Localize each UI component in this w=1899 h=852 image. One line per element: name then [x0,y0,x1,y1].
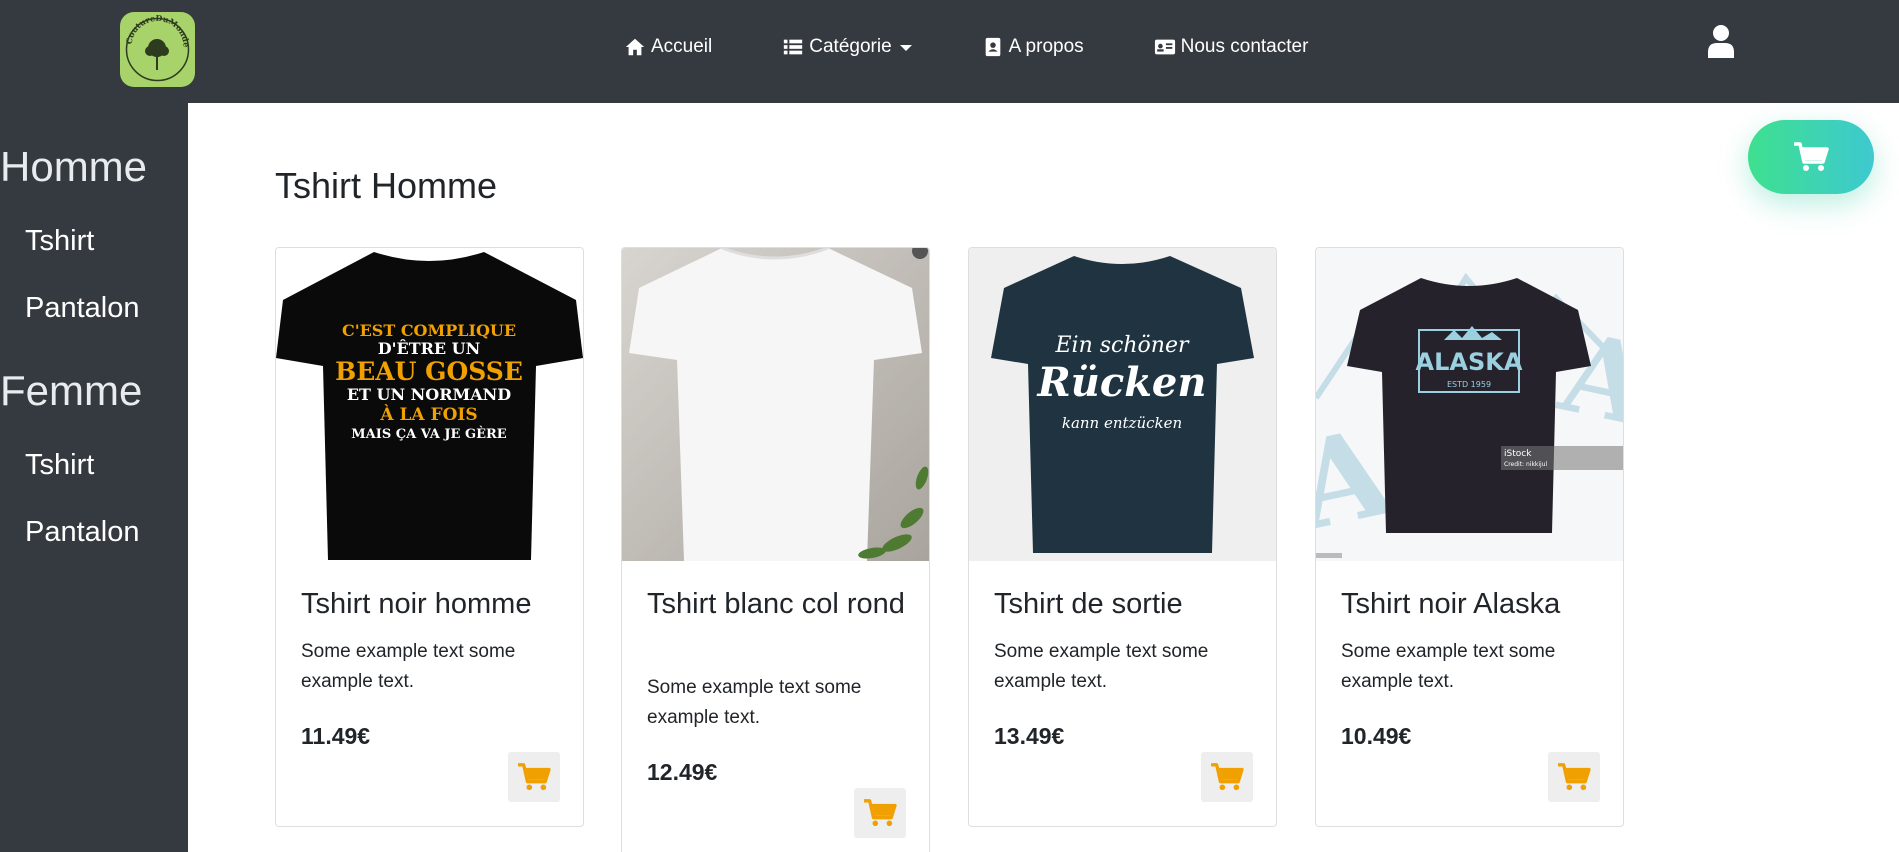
cart-icon [1558,763,1591,791]
user-account-icon[interactable] [1706,24,1736,58]
page-title: Tshirt Homme [275,165,498,206]
product-price: 13.49€ [994,723,1065,749]
svg-text:BEAU GOSSE: BEAU GOSSE [335,357,523,386]
svg-text:D'ÊTRE UN: D'ÊTRE UN [378,338,481,358]
cart-icon [1211,763,1244,791]
list-icon [782,36,804,58]
svg-text:ET UN NORMAND: ET UN NORMAND [347,385,511,404]
product-name[interactable]: Tshirt noir homme [301,586,571,622]
nav-contact[interactable]: Nous contacter [1154,36,1309,58]
nav-about[interactable]: A propos [982,36,1084,58]
nav-category-label: Catégorie [809,36,892,57]
nav-contact-label: Nous contacter [1180,36,1309,57]
svg-text:MAIS ÇA VA JE GÈRE: MAIS ÇA VA JE GÈRE [351,426,507,442]
svg-text:iStock: iStock [1504,449,1532,459]
svg-text:kann entzücken: kann entzücken [1062,414,1182,432]
product-image[interactable] [622,248,929,561]
product-name[interactable]: Tshirt blanc col rond [647,586,917,622]
main-nav: Accueil Catégorie A propos Nous contacte… [624,36,1308,58]
product-description: Some example text some example text. [647,677,862,728]
svg-text:ALASKA: ALASKA [1416,348,1523,376]
svg-text:À LA FOIS: À LA FOIS [379,404,477,425]
cart-icon [518,763,551,791]
sidebar-group-femme[interactable]: Femme [0,367,142,415]
floating-cart-button[interactable] [1748,120,1874,194]
sidebar-group-homme[interactable]: Homme [0,143,147,191]
svg-text:C'EST COMPLIQUE: C'EST COMPLIQUE [342,321,516,340]
add-to-cart-button[interactable] [1548,752,1600,802]
product-card: AL A ALASKA ESTD 1959 iStock Credit: nik… [1315,247,1624,827]
product-description: Some example text some example text. [994,641,1209,692]
brand-logo-image: CoutureDuMonde [124,13,192,82]
nav-about-label: A propos [1008,36,1084,57]
sidebar-item-homme-pantalon[interactable]: Pantalon [25,292,140,325]
product-price: 12.49€ [647,759,718,785]
product-image[interactable]: Ein schöner Rücken kann entzücken [969,248,1276,561]
product-description: Some example text some example text. [301,641,516,692]
product-price: 11.49€ [301,723,371,749]
cart-icon [864,799,897,827]
product-card: C'EST COMPLIQUE D'ÊTRE UN BEAU GOSSE ET … [275,247,584,827]
add-to-cart-button[interactable] [854,788,906,838]
cart-icon [1794,142,1829,171]
chevron-down-icon [899,45,912,51]
product-name[interactable]: Tshirt noir Alaska [1341,586,1611,622]
sidebar-item-femme-tshirt[interactable]: Tshirt [25,449,94,482]
sidebar-item-homme-tshirt[interactable]: Tshirt [25,225,94,258]
nav-home[interactable]: Accueil [624,36,712,58]
contact-card-icon [982,36,1004,58]
add-to-cart-button[interactable] [508,752,560,802]
nav-home-label: Accueil [651,36,713,57]
product-card: Tshirt blanc col rond Some example text … [621,247,930,852]
add-to-cart-button[interactable] [1201,752,1253,802]
id-card-icon [1154,36,1176,58]
svg-text:Rücken: Rücken [1037,359,1207,406]
category-sidebar: Homme Tshirt Pantalon Femme Tshirt Panta… [0,103,188,852]
product-price: 10.49€ [1341,723,1412,749]
product-image[interactable]: C'EST COMPLIQUE D'ÊTRE UN BEAU GOSSE ET … [276,248,583,561]
product-name[interactable]: Tshirt de sortie [994,586,1264,622]
product-card: Ein schöner Rücken kann entzücken Tshirt… [968,247,1277,827]
product-image[interactable]: AL A ALASKA ESTD 1959 iStock Credit: nik… [1316,248,1623,561]
svg-text:Credit: nikkijul: Credit: nikkijul [1504,461,1548,468]
product-description: Some example text some example text. [1341,641,1556,692]
home-icon [624,36,646,58]
sidebar-item-femme-pantalon[interactable]: Pantalon [25,516,140,549]
svg-text:ESTD 1959: ESTD 1959 [1447,380,1491,389]
top-navbar: CoutureDuMonde Accueil Catégorie A propo… [0,0,1899,103]
svg-text:Ein schöner: Ein schöner [1055,333,1190,358]
nav-category-dropdown[interactable]: Catégorie [782,36,912,58]
brand-logo[interactable]: CoutureDuMonde [120,12,195,87]
